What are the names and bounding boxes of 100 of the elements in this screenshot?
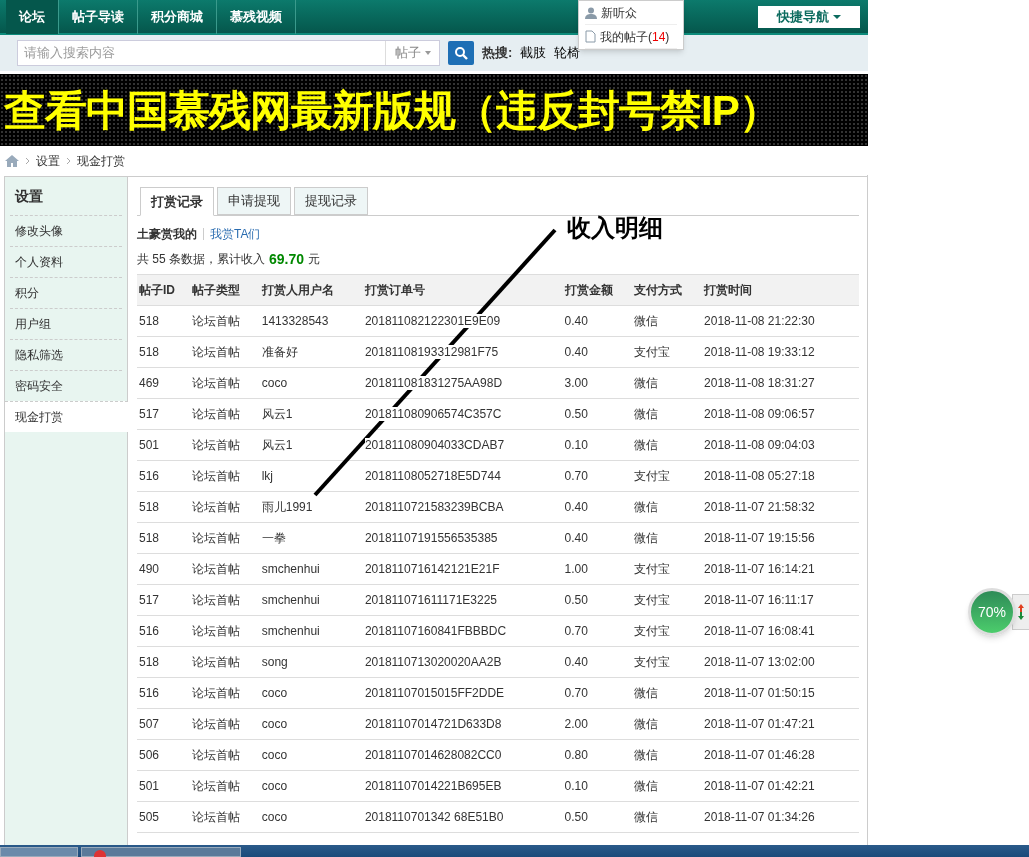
scope-dropdown[interactable]: 帖子 bbox=[385, 41, 439, 65]
table-cell: 论坛首帖 bbox=[192, 469, 240, 483]
annotation-label: 收入明细 bbox=[567, 213, 663, 243]
table-cell: 微信 bbox=[634, 531, 659, 545]
table-cell: 2018-11-07 01:50:15 bbox=[704, 686, 815, 700]
table-cell: 微信 bbox=[634, 810, 659, 824]
table-cell: 0.40 bbox=[564, 500, 588, 514]
table-cell: 微信 bbox=[634, 717, 659, 731]
column-header: 打赏人用户名 bbox=[259, 274, 363, 306]
table-cell: 2018-11-08 09:06:57 bbox=[704, 407, 815, 421]
table-cell: 3.00 bbox=[564, 376, 588, 390]
table-cell: 论坛首帖 bbox=[192, 407, 240, 421]
table-cell: 支付宝 bbox=[634, 345, 671, 359]
table-cell: smchenhui bbox=[261, 593, 320, 607]
table-cell: 论坛首帖 bbox=[192, 779, 240, 793]
sidebar-item[interactable]: 修改头像 bbox=[10, 215, 122, 246]
table-cell: 微信 bbox=[634, 314, 659, 328]
menu-item[interactable]: 新听众 bbox=[585, 1, 677, 25]
sidebar-title: 设置 bbox=[13, 186, 44, 206]
nav-link[interactable]: 论坛 bbox=[6, 0, 59, 34]
table-cell: 0.10 bbox=[564, 438, 588, 452]
table-cell: 2018-11-07 19:15:56 bbox=[704, 531, 815, 545]
tab[interactable]: 打赏记录 bbox=[140, 187, 214, 216]
table-cell: 论坛首帖 bbox=[192, 314, 240, 328]
table-cell: 20181107160841FBBBDC bbox=[364, 624, 507, 638]
table-cell: 论坛首帖 bbox=[192, 376, 240, 390]
table-cell: 501 bbox=[139, 779, 160, 793]
table-cell: 0.70 bbox=[564, 624, 588, 638]
table-cell: 20181107014221B695EB bbox=[364, 779, 502, 793]
nav-link[interactable]: 慕残视频 bbox=[217, 0, 296, 34]
table-cell: 1.00 bbox=[564, 562, 588, 576]
table-cell: 20181107014628082CC0 bbox=[364, 748, 502, 762]
sidebar-item[interactable]: 现金打赏 bbox=[5, 401, 128, 432]
table-cell: 2018-11-08 09:04:03 bbox=[704, 438, 815, 452]
table-cell: 0.80 bbox=[564, 748, 588, 762]
table-cell: 2018-11-08 19:33:12 bbox=[704, 345, 815, 359]
tab[interactable]: 提现记录 bbox=[294, 187, 368, 215]
table-cell: 517 bbox=[139, 593, 160, 607]
table-cell: 2018-11-07 01:47:21 bbox=[704, 717, 815, 731]
tab[interactable]: 申请提现 bbox=[217, 187, 291, 215]
table-cell: 2018-11-07 01:34:26 bbox=[704, 810, 815, 824]
table-cell: 支付宝 bbox=[634, 469, 671, 483]
table-cell: smchenhui bbox=[261, 562, 320, 576]
announcement-banner[interactable]: 查看中国慕残网最新版规（违反封号禁IP） bbox=[0, 74, 868, 146]
table-cell: 2018-11-08 21:22:30 bbox=[704, 314, 815, 328]
table-cell: 516 bbox=[139, 624, 160, 638]
summary-text: 共 55 条数据，累计收入 69.70 元 bbox=[137, 252, 322, 266]
table-cell: 501 bbox=[139, 438, 160, 452]
hot-search-link[interactable]: 轮椅 bbox=[554, 43, 581, 63]
table-cell: 支付宝 bbox=[634, 655, 671, 669]
table-cell: 0.40 bbox=[564, 345, 588, 359]
table-cell: 支付宝 bbox=[634, 593, 671, 607]
table-cell: 论坛首帖 bbox=[192, 717, 240, 731]
table-cell: lkj bbox=[261, 469, 274, 483]
table-cell: 2018-11-07 01:46:28 bbox=[704, 748, 815, 762]
table-cell: 516 bbox=[139, 686, 160, 700]
table-cell: 201811081831275AA98D bbox=[364, 376, 503, 390]
hot-search-label: 热搜: bbox=[482, 44, 513, 63]
search-field[interactable]: 请输入搜索内容 帖子 bbox=[17, 40, 440, 66]
table-cell: 2018110716142121E21F bbox=[364, 562, 500, 576]
table-cell: 论坛首帖 bbox=[192, 500, 240, 514]
table-cell: 0.50 bbox=[564, 593, 588, 607]
table-cell: 517 bbox=[139, 407, 160, 421]
table-cell: 20181107014721D633D8 bbox=[364, 717, 502, 731]
column-header: 帖子ID bbox=[137, 274, 190, 306]
nav-link[interactable]: 帖子导读 bbox=[59, 0, 138, 34]
sidebar-item[interactable]: 隐私筛选 bbox=[10, 339, 122, 370]
sidebar-item[interactable]: 用户组 bbox=[10, 308, 122, 339]
hot-search-link[interactable]: 截肢 bbox=[520, 43, 547, 63]
column-header: 打赏金额 bbox=[562, 274, 633, 306]
table-cell: 2018-11-08 05:27:18 bbox=[704, 469, 815, 483]
table-cell: 论坛首帖 bbox=[192, 593, 240, 607]
table-cell: 微信 bbox=[634, 748, 659, 762]
filter-link[interactable]: 土豪赏我的 bbox=[137, 225, 197, 243]
table-cell: 微信 bbox=[634, 376, 659, 390]
sidebar-item[interactable]: 个人资料 bbox=[10, 246, 122, 277]
quick-nav-button[interactable]: 快捷导航 bbox=[758, 5, 860, 28]
menu-item[interactable]: 我的帖子(14) bbox=[585, 25, 677, 49]
table-cell: 201811082122301E9E09 bbox=[364, 314, 501, 328]
table-cell: 论坛首帖 bbox=[192, 748, 240, 762]
column-header: 打赏时间 bbox=[702, 274, 859, 306]
breadcrumb-link[interactable]: 现金打赏 bbox=[77, 152, 125, 170]
sidebar-item[interactable]: 积分 bbox=[10, 277, 122, 308]
table-cell: 506 bbox=[139, 748, 160, 762]
column-header: 打赏订单号 bbox=[362, 274, 563, 306]
nav-link[interactable]: 积分商城 bbox=[138, 0, 217, 34]
filter-link[interactable]: 我赏TA们 bbox=[210, 225, 261, 243]
column-header: 支付方式 bbox=[632, 274, 703, 306]
table-cell: 20181107191556535385 bbox=[364, 531, 498, 545]
table-cell: 0.40 bbox=[564, 314, 588, 328]
table-cell: 支付宝 bbox=[634, 562, 671, 576]
table-cell: 20181108052718E5D744 bbox=[364, 469, 501, 483]
table-cell: 雨儿1991 bbox=[261, 500, 313, 514]
table-cell: 论坛首帖 bbox=[192, 810, 240, 824]
table-cell: 0.70 bbox=[564, 686, 588, 700]
breadcrumb-link[interactable]: 设置 bbox=[36, 152, 60, 170]
table-cell: 518 bbox=[139, 531, 160, 545]
table-cell: 201811080904033CDAB7 bbox=[364, 438, 505, 452]
table-cell: 2018110713020020AA2B bbox=[364, 655, 502, 669]
table-cell: 2018-11-07 16:14:21 bbox=[704, 562, 815, 576]
